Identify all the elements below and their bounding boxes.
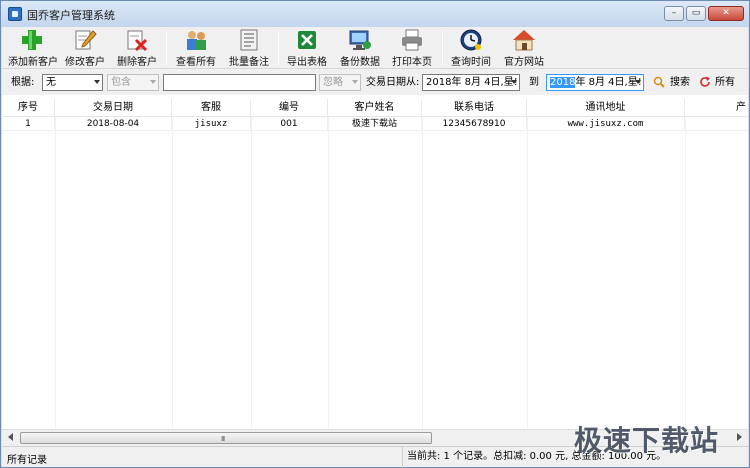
edit-customer-button[interactable]: 修改客户: [64, 28, 106, 68]
toolbar: 添加新客户 修改客户 删除客户 查看所有 批量备注 导出表格 备份数据 打印本页…: [2, 27, 748, 69]
view-all-icon: [187, 31, 206, 50]
match-mode-select[interactable]: 包含: [107, 74, 159, 91]
chevron-down-icon: [94, 80, 100, 84]
cell-customer-name: 极速下载站: [328, 117, 422, 131]
column-header[interactable]: 客服: [172, 99, 251, 117]
date-from-label: 交易日期从:: [366, 77, 420, 88]
scrollbar-grip: III: [221, 435, 225, 443]
date-to-label: 到: [529, 77, 539, 88]
chevron-down-icon: [150, 80, 156, 84]
toolbar-separator: [166, 31, 167, 65]
maximize-button[interactable]: ▭: [686, 6, 706, 21]
export-excel-button[interactable]: 导出表格: [286, 28, 328, 68]
date-from-picker[interactable]: 2018年 8月 4日,星!: [422, 74, 520, 91]
delete-customer-button[interactable]: 删除客户: [116, 28, 158, 68]
table-header: 序号 交易日期 客服 编号 客户姓名 联系电话 通讯地址 产: [2, 99, 748, 117]
search-icon: [653, 76, 665, 88]
keyword-input[interactable]: [163, 74, 316, 91]
column-divider: [55, 117, 56, 429]
chevron-down-icon: [511, 80, 517, 84]
chevron-down-icon: [352, 80, 358, 84]
export-excel-icon: [298, 31, 316, 49]
column-divider: [328, 117, 329, 429]
show-all-button[interactable]: 所有: [699, 74, 739, 91]
column-header[interactable]: 序号: [2, 99, 55, 117]
cell-agent: jisuxz: [172, 117, 251, 131]
cell-phone: 12345678910: [422, 117, 527, 131]
column-header[interactable]: 编号: [251, 99, 328, 117]
official-website-button[interactable]: 官方网站: [502, 28, 546, 68]
cell-code: 001: [251, 117, 328, 131]
column-divider: [422, 117, 423, 429]
scrollbar-thumb[interactable]: III: [20, 432, 432, 444]
customer-table: 序号 交易日期 客服 编号 客户姓名 联系电话 通讯地址 产 1 2018-08…: [2, 95, 748, 429]
cell-date: 2018-08-04: [55, 117, 172, 131]
column-header[interactable]: 交易日期: [55, 99, 172, 117]
add-customer-icon: [22, 30, 42, 50]
watermark-logo: 极速下载站: [574, 424, 720, 457]
toolbar-separator: [278, 31, 279, 65]
date-to-picker[interactable]: 2018年 8月 4日,星!: [546, 74, 644, 91]
add-customer-button[interactable]: 添加新客户: [8, 28, 58, 68]
print-page-button[interactable]: 打印本页: [390, 28, 434, 68]
backup-data-button[interactable]: 备份数据: [338, 28, 382, 68]
table-row[interactable]: 1 2018-08-04 jisuxz 001 极速下载站 1234567891…: [2, 117, 748, 131]
column-divider: [527, 117, 528, 429]
status-filter-text: 所有记录: [7, 455, 47, 466]
column-header[interactable]: 产: [685, 99, 748, 117]
column-divider: [251, 117, 252, 429]
column-header[interactable]: 联系电话: [422, 99, 527, 117]
scroll-left-icon[interactable]: [8, 433, 13, 441]
ignore-select[interactable]: 忽略: [319, 74, 361, 91]
batch-note-button[interactable]: 批量备注: [228, 28, 270, 68]
column-header[interactable]: 客户姓名: [328, 99, 422, 117]
clock-icon: [460, 29, 482, 51]
batch-note-icon: [240, 29, 258, 51]
filter-field-select[interactable]: 无: [42, 74, 103, 91]
cell-address: www.jisuxz.com: [527, 117, 685, 131]
filter-bar: 根据: 无 包含 忽略 交易日期从: 2018年 8月 4日,星! 到 2018…: [2, 69, 748, 95]
app-icon: [8, 7, 22, 21]
home-icon: [513, 30, 535, 51]
window-title: 国乔客户管理系统: [27, 9, 115, 22]
column-header[interactable]: 通讯地址: [527, 99, 685, 117]
edit-customer-icon: [75, 30, 97, 50]
column-divider: [172, 117, 173, 429]
search-button[interactable]: 搜索: [653, 74, 693, 91]
minimize-button[interactable]: –: [664, 6, 684, 21]
refresh-icon: [700, 76, 710, 87]
printer-icon: [402, 29, 422, 51]
view-all-button[interactable]: 查看所有: [174, 28, 218, 68]
query-time-button[interactable]: 查询时间: [450, 28, 492, 68]
close-button[interactable]: ✕: [708, 6, 744, 21]
delete-customer-icon: [127, 30, 148, 52]
app-window: 国乔客户管理系统 – ▭ ✕ 添加新客户 修改客户 删除客户 查看所有 批量备注: [0, 0, 750, 468]
title-bar: 国乔客户管理系统 – ▭ ✕: [1, 1, 749, 27]
column-divider: [685, 117, 686, 429]
filter-by-label: 根据:: [11, 77, 35, 88]
toolbar-separator: [442, 31, 443, 65]
backup-data-icon: [349, 30, 371, 50]
cell-index: 1: [2, 117, 55, 131]
chevron-down-icon: [635, 80, 641, 84]
scroll-right-icon[interactable]: [737, 433, 742, 441]
